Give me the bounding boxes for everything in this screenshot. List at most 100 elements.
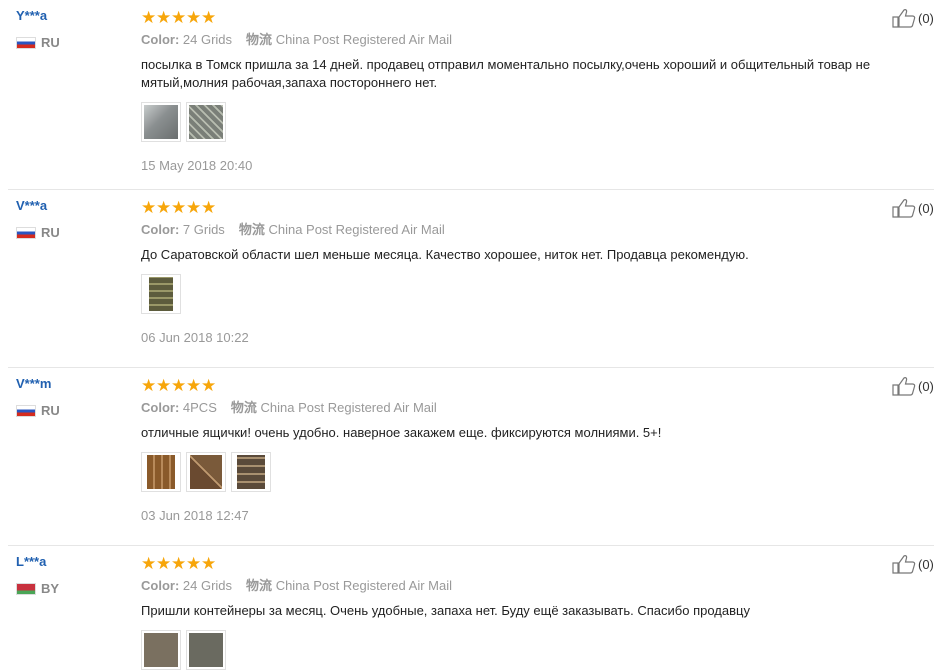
reviewer-name[interactable]: V***m: [16, 376, 60, 392]
shipping-label: 物流: [238, 222, 265, 237]
review-text: отличные ящички! очень удобно. наверное …: [141, 425, 662, 440]
helpful-button[interactable]: (0): [892, 554, 934, 574]
star-icon: ★: [171, 198, 187, 218]
review-photos: [141, 452, 868, 492]
helpful-count: (0): [918, 378, 934, 394]
color-label: Color:: [141, 32, 180, 47]
color-value: 24 Grids: [182, 578, 233, 593]
star-icon: ★: [156, 198, 172, 218]
star-icon: ★: [156, 376, 172, 396]
shipping-value: China Post Registered Air Mail: [260, 400, 437, 415]
reviewer-country: RU: [16, 225, 60, 240]
color-label: Color:: [141, 400, 180, 415]
star-icon: ★: [141, 554, 157, 574]
color-value: 24 Grids: [182, 32, 233, 47]
review-content: ★ ★ ★ ★ ★ Color: 7 Grids 物流 China Post Regist…: [141, 200, 868, 345]
country-code: RU: [41, 35, 60, 50]
star-icon: ★: [171, 8, 187, 28]
country-code: RU: [41, 225, 60, 240]
review-photo-thumbnail[interactable]: [186, 630, 226, 670]
helpful-button[interactable]: (0): [892, 198, 934, 218]
country-code: RU: [41, 403, 60, 418]
review-item: V***m RU ★ ★ ★ ★ ★ Color: 4PCS 物流 China Post …: [0, 368, 948, 546]
review-meta: Color: 24 Grids 物流 China Post Registered …: [141, 578, 868, 594]
color-label: Color:: [141, 578, 180, 593]
star-icon: ★: [141, 376, 157, 396]
reviewer-info: V***a RU: [16, 198, 60, 240]
review-photos: [141, 630, 868, 670]
color-value: 7 Grids: [182, 222, 225, 237]
reviewer-info: V***m RU: [16, 376, 60, 418]
star-icon: ★: [186, 376, 202, 396]
country-code: BY: [41, 581, 60, 596]
review-meta: Color: 4PCS 物流 China Post Registered Air …: [141, 400, 868, 416]
review-date: 15 May 2018 20:40: [141, 158, 253, 173]
thumbs-up-icon: [892, 199, 916, 218]
review-photo-thumbnail[interactable]: [141, 274, 181, 314]
color-label: Color:: [141, 222, 180, 237]
belarus-flag-icon: [16, 582, 36, 595]
shipping-label: 物流: [246, 32, 273, 47]
thumbs-up-icon: [892, 377, 916, 396]
review-photo-thumbnail[interactable]: [186, 102, 226, 142]
star-icon: ★: [201, 554, 217, 574]
review-text: До Саратовской области шел меньше месяца…: [141, 247, 749, 262]
helpful-button[interactable]: (0): [892, 8, 934, 28]
review-meta: Color: 24 Grids 物流 China Post Registered …: [141, 32, 868, 48]
reviewer-info: Y***a RU: [16, 8, 60, 50]
review-date: 06 Jun 2018 10:22: [141, 330, 249, 345]
reviewer-info: L***a BY: [16, 554, 59, 596]
review-content: ★ ★ ★ ★ ★ Color: 24 Grids 物流 China Post Regis…: [141, 8, 870, 173]
helpful-count: (0): [918, 200, 934, 216]
review-content: ★ ★ ★ ★ ★ Color: 24 Grids 物流 China Post Regis…: [141, 556, 868, 670]
helpful-count: (0): [918, 556, 934, 572]
star-icon: ★: [201, 198, 217, 218]
review-meta: Color: 7 Grids 物流 China Post Registered A…: [141, 222, 868, 238]
star-icon: ★: [141, 8, 157, 28]
star-icon: ★: [186, 554, 202, 574]
shipping-value: China Post Registered Air Mail: [275, 578, 452, 593]
reviewer-name[interactable]: L***a: [16, 554, 59, 570]
reviewer-name[interactable]: V***a: [16, 198, 60, 214]
helpful-button[interactable]: (0): [892, 376, 934, 396]
star-icon: ★: [186, 8, 202, 28]
review-photo-thumbnail[interactable]: [141, 102, 181, 142]
russia-flag-icon: [16, 226, 36, 239]
review-photo-thumbnail[interactable]: [141, 630, 181, 670]
review-photo-thumbnail[interactable]: [141, 452, 181, 492]
star-icon: ★: [201, 376, 217, 396]
star-icon: ★: [156, 554, 172, 574]
reviewer-name[interactable]: Y***a: [16, 8, 60, 24]
russia-flag-icon: [16, 404, 36, 417]
review-photos: [141, 274, 868, 314]
shipping-label: 物流: [246, 578, 273, 593]
reviewer-country: RU: [16, 403, 60, 418]
rating-stars: ★ ★ ★ ★ ★: [141, 8, 868, 28]
color-value: 4PCS: [182, 400, 217, 415]
review-item: V***a RU ★ ★ ★ ★ ★ Color: 7 Grids 物流 China Po…: [0, 190, 948, 368]
star-icon: ★: [186, 198, 202, 218]
review-text: посылка в Томск пришла за 14 дней. прода…: [141, 57, 871, 90]
review-photo-thumbnail[interactable]: [231, 452, 271, 492]
review-item: Y***a RU ★ ★ ★ ★ ★ Color: 24 Grids 物流 China P…: [0, 0, 948, 190]
review-item: L***a BY ★ ★ ★ ★ ★ Color: 24 Grids 物流 China P…: [0, 546, 948, 670]
thumbs-up-icon: [892, 9, 916, 28]
star-icon: ★: [171, 554, 187, 574]
russia-flag-icon: [16, 36, 36, 49]
review-date: 03 Jun 2018 12:47: [141, 508, 249, 523]
rating-stars: ★ ★ ★ ★ ★: [141, 376, 868, 396]
thumbs-up-icon: [892, 555, 916, 574]
reviewer-country: BY: [16, 581, 59, 596]
helpful-count: (0): [918, 10, 934, 26]
star-icon: ★: [141, 198, 157, 218]
review-photos: [141, 102, 868, 142]
review-text: Пришли контейнеры за месяц. Очень удобны…: [141, 603, 750, 618]
star-icon: ★: [201, 8, 217, 28]
star-icon: ★: [171, 376, 187, 396]
rating-stars: ★ ★ ★ ★ ★: [141, 554, 868, 574]
reviewer-country: RU: [16, 35, 60, 50]
rating-stars: ★ ★ ★ ★ ★: [141, 198, 868, 218]
shipping-value: China Post Registered Air Mail: [268, 222, 445, 237]
review-photo-thumbnail[interactable]: [186, 452, 226, 492]
shipping-label: 物流: [230, 400, 257, 415]
